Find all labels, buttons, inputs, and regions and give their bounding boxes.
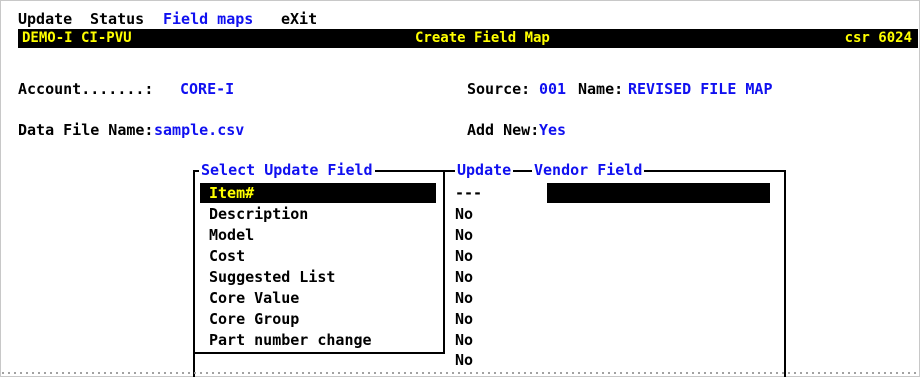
- field-core-value[interactable]: Core Value: [209, 288, 299, 308]
- name-value[interactable]: REVISED FILE MAP: [628, 80, 773, 98]
- update-value[interactable]: ---: [455, 183, 482, 203]
- update-value[interactable]: No: [455, 350, 473, 370]
- menu-field-maps[interactable]: Field maps: [163, 10, 253, 28]
- field-core-group[interactable]: Core Group: [209, 309, 299, 329]
- title-bar: DEMO-I CI-PVU Create Field Map csr 6024: [18, 29, 918, 48]
- update-value[interactable]: No: [455, 246, 473, 266]
- field-description[interactable]: Description: [209, 204, 308, 224]
- update-title: Update: [455, 161, 514, 179]
- data-file-value[interactable]: sample.csv: [154, 121, 244, 139]
- data-file-label: Data File Name:: [18, 121, 154, 139]
- name-label: Name:: [578, 80, 624, 98]
- update-value[interactable]: No: [455, 309, 473, 329]
- select-update-field-title: Select Update Field: [199, 161, 375, 179]
- source-label: Source:: [467, 80, 531, 98]
- update-value[interactable]: No: [455, 225, 473, 245]
- menu-status[interactable]: Status: [90, 10, 144, 28]
- field-model[interactable]: Model: [209, 225, 254, 245]
- update-value[interactable]: No: [455, 267, 473, 287]
- update-value[interactable]: No: [455, 288, 473, 308]
- title-system: DEMO-I CI-PVU: [22, 30, 132, 46]
- update-value[interactable]: No: [455, 204, 473, 224]
- title-user: csr 6024: [844, 30, 912, 46]
- menu-update[interactable]: Update: [18, 10, 72, 28]
- update-value[interactable]: No: [455, 330, 473, 350]
- bottom-dotted-edge: [0, 370, 920, 377]
- field-suggested-list[interactable]: Suggested List: [209, 267, 335, 287]
- account-label: Account.......:: [18, 80, 154, 98]
- menu-exit[interactable]: eXit: [281, 10, 317, 28]
- add-new-value[interactable]: Yes: [539, 121, 566, 139]
- vendor-field-input[interactable]: [547, 183, 770, 203]
- add-new-label: Add New:: [467, 121, 540, 139]
- field-cost[interactable]: Cost: [209, 246, 245, 266]
- box-divider: [443, 170, 445, 354]
- title-screen: Create Field Map: [415, 30, 550, 46]
- account-value[interactable]: CORE-I: [180, 80, 234, 98]
- select-list-bottom-border: [193, 352, 445, 354]
- vendor-field-title: Vendor Field: [532, 161, 645, 179]
- field-part-number-change[interactable]: Part number change: [209, 330, 372, 350]
- source-value[interactable]: 001: [539, 80, 566, 98]
- field-item-number[interactable]: Item#: [209, 183, 254, 203]
